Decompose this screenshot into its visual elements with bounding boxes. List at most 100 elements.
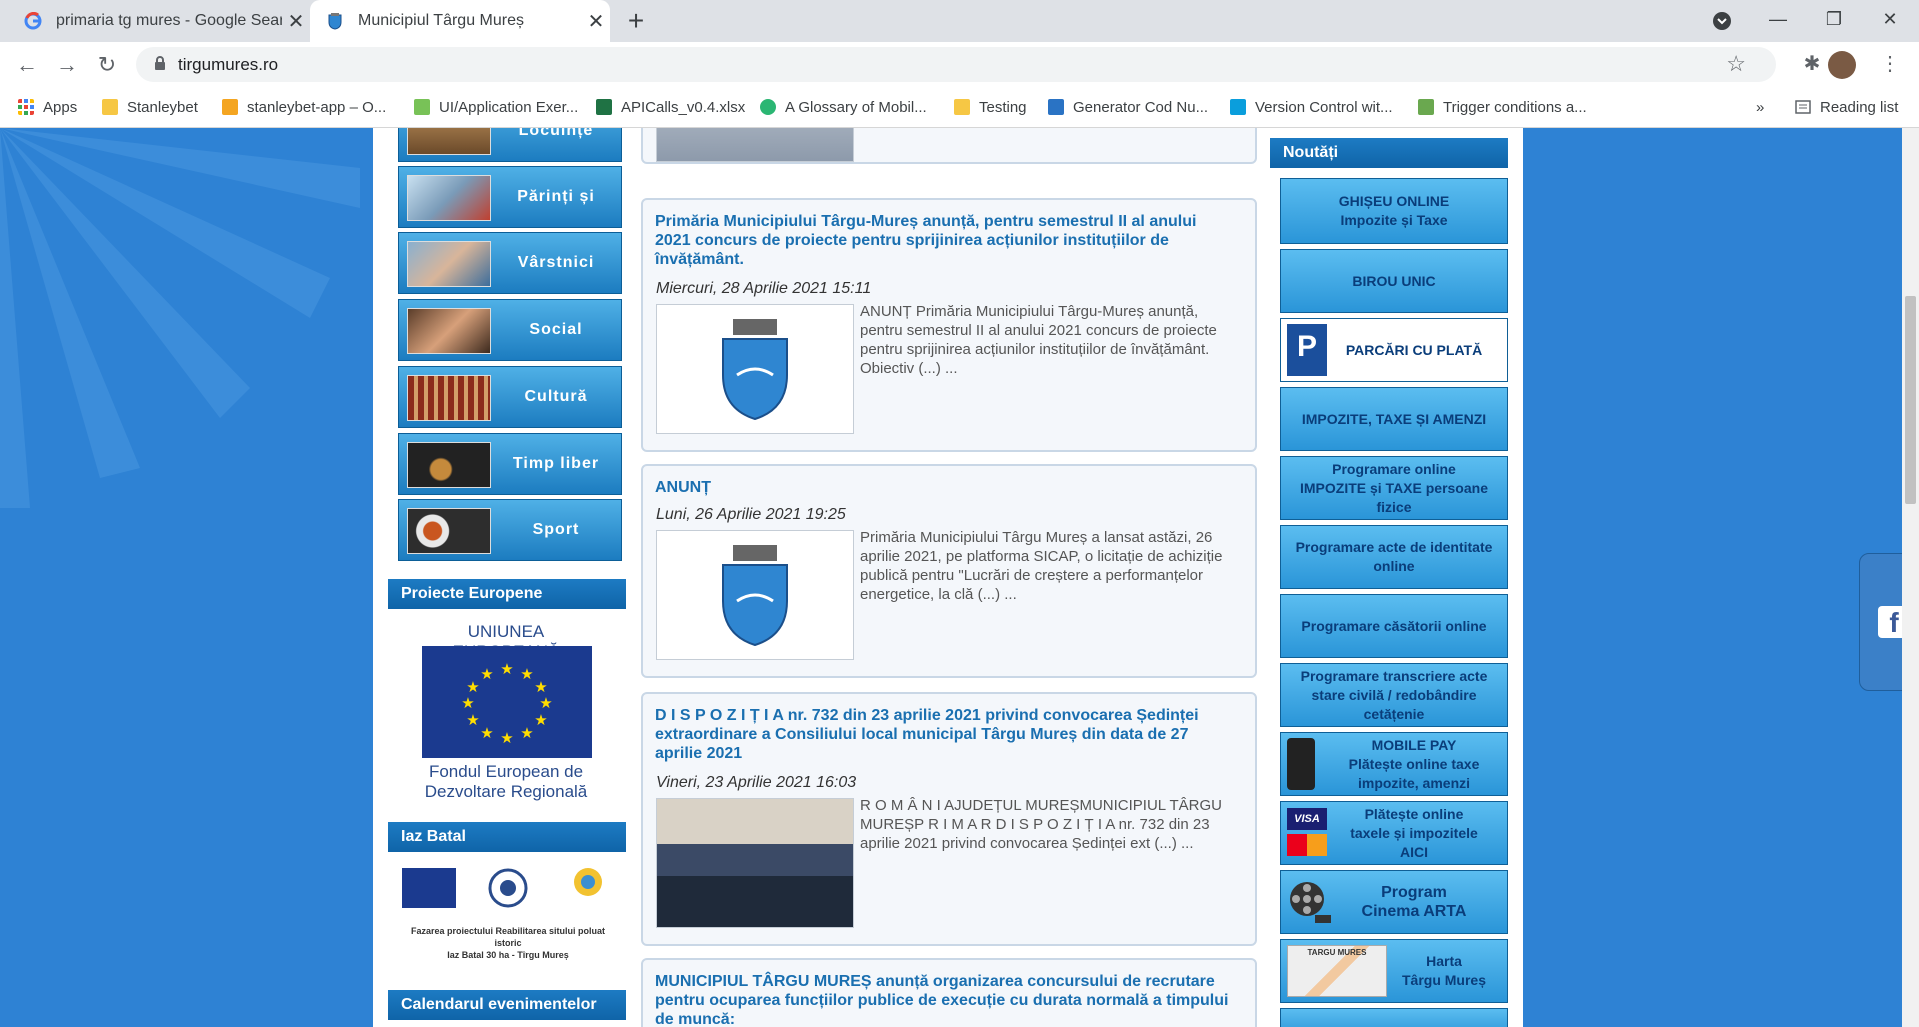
- eu-flag-icon: ★ ★★★ ★★★★ ★★★★: [422, 646, 592, 758]
- bookmark-stanleybet[interactable]: Stanleybet: [102, 95, 198, 119]
- reload-button[interactable]: ↻: [92, 50, 122, 80]
- programare-impozite-button[interactable]: Programare online IMPOZITE și TAXE perso…: [1280, 456, 1508, 520]
- bookmark-apps[interactable]: Apps: [18, 95, 77, 119]
- category-parinti-copii[interactable]: Părinți și copii: [398, 166, 622, 265]
- news-excerpt: Primăria Municipiului Târgu Mureș a lans…: [860, 529, 1223, 603]
- page-container: Locuințe Părinți și copii Vârstnici Soci…: [373, 128, 1523, 1027]
- svg-text:★: ★: [461, 694, 474, 712]
- close-tab-icon[interactable]: ✕: [282, 9, 310, 34]
- profile-avatar[interactable]: [1828, 51, 1856, 79]
- impozite-taxe-amenzi-button[interactable]: IMPOZITE, TAXE ȘI AMENZI: [1280, 387, 1508, 451]
- timp-liber-thumbnail: [407, 442, 491, 488]
- bookmark-label: UI/Application Exer...: [439, 98, 579, 116]
- crest-icon: [328, 13, 342, 30]
- forward-button[interactable]: →: [52, 50, 82, 80]
- harta-button[interactable]: TARGU MURES Harta Târgu Mureș: [1280, 939, 1508, 1003]
- news-title[interactable]: ANUNȚ: [655, 478, 1235, 497]
- close-tab-icon[interactable]: ✕: [582, 9, 610, 34]
- service-line: Programare căsătorii online: [1301, 617, 1487, 634]
- parking-icon: P: [1287, 324, 1327, 376]
- service-line: Program: [1381, 884, 1447, 901]
- eu-banner-line2: Dezvoltare Regională: [424, 782, 588, 801]
- category-label: Sport: [532, 521, 580, 538]
- news-image: [656, 128, 854, 162]
- plata-online-button[interactable]: VISA Plătește online taxele și impozitel…: [1280, 801, 1508, 865]
- bookmark-apicalls[interactable]: APICalls_v0.4.xlsx: [596, 95, 745, 119]
- category-timp-liber[interactable]: Timp liber: [398, 433, 622, 495]
- svg-text:★: ★: [480, 724, 493, 742]
- parcari-button[interactable]: P PARCĂRI CU PLATĂ: [1280, 318, 1508, 382]
- visa-card-icon: VISA: [1287, 808, 1327, 830]
- bookmark-label: Version Control wit...: [1255, 98, 1393, 116]
- iaz-logos: [402, 868, 602, 908]
- service-line: Impozite și Taxe: [1340, 212, 1448, 228]
- category-sport[interactable]: Sport: [398, 499, 622, 561]
- bookmark-testing[interactable]: Testing: [954, 95, 1027, 119]
- generator-icon: [1048, 99, 1064, 115]
- category-label: Timp liber: [512, 455, 600, 472]
- news-image[interactable]: [656, 798, 854, 928]
- mastercard-icon: [1287, 834, 1327, 856]
- news-excerpt: ANUNȚ Primăria Municipiului Târgu-Mureș …: [860, 303, 1217, 377]
- bookmark-ui-exercise[interactable]: UI/Application Exer...: [414, 95, 578, 119]
- bookmark-label: Testing: [979, 98, 1027, 116]
- tab-search-icon[interactable]: [1692, 0, 1752, 42]
- news-date: Luni, 26 Aprilie 2021 19:25: [656, 506, 846, 523]
- bookmark-generator-cod[interactable]: Generator Cod Nu...: [1048, 95, 1208, 119]
- google-icon: [24, 12, 42, 30]
- bookmarks-bar: Apps Stanleybet stanleybet-app – O... UI…: [0, 87, 1919, 128]
- back-button[interactable]: ←: [12, 50, 42, 80]
- tab-municipiul[interactable]: Municipiul Târgu Mureș ✕: [310, 0, 610, 42]
- apps-grid-icon: [18, 99, 34, 115]
- category-cultura[interactable]: Cultură: [398, 366, 622, 428]
- category-social[interactable]: Social: [398, 299, 622, 361]
- close-window-button[interactable]: ✕: [1860, 0, 1919, 42]
- mobile-pay-button[interactable]: MOBILE PAY Plătește online taxe impozite…: [1280, 732, 1508, 796]
- restore-button[interactable]: ❐: [1804, 0, 1864, 42]
- programare-casatorii-button[interactable]: Programare căsătorii online: [1280, 594, 1508, 658]
- bookmark-trigger-conditions[interactable]: Trigger conditions a...: [1418, 95, 1587, 119]
- bookmark-stanleybet-app[interactable]: stanleybet-app – O...: [222, 95, 386, 119]
- next-service-button[interactable]: [1280, 1008, 1508, 1027]
- bookmark-label: Apps: [43, 98, 78, 116]
- bookmark-version-control[interactable]: Version Control wit...: [1230, 95, 1393, 119]
- ghiseu-online-button[interactable]: GHIȘEU ONLINE Impozite și Taxe: [1280, 178, 1508, 244]
- news-image[interactable]: [656, 530, 854, 660]
- tab-google-search[interactable]: primaria tg mures - Google Search ✕: [8, 0, 310, 42]
- news-title[interactable]: MUNICIPIUL TÂRGU MUREȘ anunță organizare…: [655, 972, 1235, 1027]
- svg-text:★: ★: [500, 729, 513, 747]
- menu-kebab-icon[interactable]: ⋮: [1876, 51, 1904, 79]
- birou-unic-button[interactable]: BIROU UNIC: [1280, 249, 1508, 313]
- background-rays: [0, 128, 360, 508]
- mobile-phone-icon: [1287, 738, 1315, 790]
- category-varstnici[interactable]: Vârstnici: [398, 232, 622, 294]
- programare-acte-identitate-button[interactable]: Programare acte de identitate online: [1280, 525, 1508, 589]
- minimize-button[interactable]: —: [1748, 0, 1808, 42]
- news-date: Miercuri, 28 Aprilie 2021 15:11: [656, 280, 872, 297]
- cinema-arta-button[interactable]: Program Cinema ARTA: [1280, 870, 1508, 934]
- reading-list-label: Reading list: [1820, 98, 1899, 116]
- proiecte-europene-header: Proiecte Europene: [388, 579, 626, 609]
- svg-text:★: ★: [500, 660, 513, 678]
- programare-transcriere-button[interactable]: Programare transcriere acte stare civilă…: [1280, 663, 1508, 727]
- bookmark-star-icon[interactable]: ☆: [1726, 51, 1746, 77]
- eu-fund-banner[interactable]: UNIUNEA EUROPEANĂ ★★★★ ★★★★ ★★★★ Fondul …: [416, 622, 596, 802]
- extensions-icon[interactable]: ✱: [1798, 51, 1826, 79]
- bookmark-glossary[interactable]: A Glossary of Mobil...: [760, 95, 927, 119]
- page-scrollbar[interactable]: [1902, 128, 1919, 1027]
- tab-strip: primaria tg mures - Google Search ✕ Muni…: [0, 0, 1919, 42]
- omnibox[interactable]: tirgumures.ro ☆: [136, 47, 1776, 82]
- bookmarks-overflow-button[interactable]: »: [1756, 95, 1764, 119]
- category-label: Vârstnici: [517, 254, 595, 271]
- news-date: Vineri, 23 Aprilie 2021 16:03: [656, 774, 857, 791]
- iaz-batal-banner[interactable]: Fazarea proiectului Reabilitarea sitului…: [398, 860, 618, 968]
- service-line: Plătește online taxe: [1348, 755, 1480, 772]
- reading-list-button[interactable]: Reading list: [1795, 95, 1898, 119]
- news-image[interactable]: [656, 304, 854, 434]
- scrollbar-thumb[interactable]: [1905, 296, 1916, 504]
- news-title[interactable]: D I S P O Z I Ț I A nr. 732 din 23 april…: [655, 706, 1235, 763]
- web-page: Locuințe Părinți și copii Vârstnici Soci…: [0, 128, 1919, 1027]
- new-tab-button[interactable]: +: [620, 6, 652, 38]
- news-title[interactable]: Primăria Municipiului Târgu-Mureș anunță…: [655, 212, 1235, 269]
- category-locuinte[interactable]: Locuințe: [398, 128, 622, 162]
